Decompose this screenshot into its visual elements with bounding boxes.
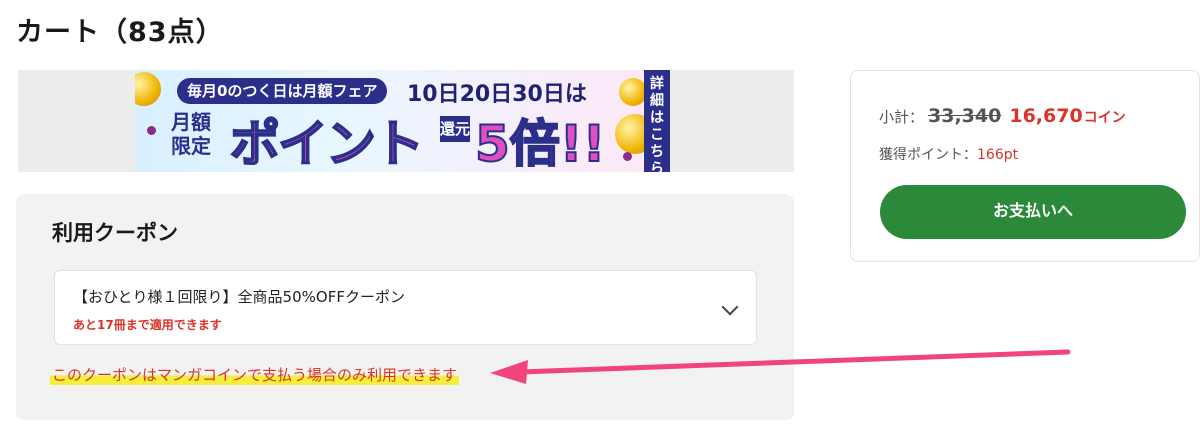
banner-times-text: 5倍!! <box>474 114 606 172</box>
coupon-heading: 利用クーポン <box>52 221 178 245</box>
decorative-dot <box>623 152 632 161</box>
points-label: 獲得ポイント： <box>879 147 977 163</box>
price-unit: コイン <box>1083 110 1126 126</box>
coupon-remaining-text: あと17冊まで適用できます <box>73 318 222 332</box>
banner-monthly-label: 月額限定 <box>171 110 211 158</box>
banner-point-text: ポイント <box>229 114 425 172</box>
banner-kangen-label: 還元 <box>440 116 470 142</box>
subtotal-row: 小計： 33,340 16,670 コイン <box>879 105 1126 127</box>
banner-detail-link[interactable]: 詳細はこちら <box>644 70 670 172</box>
coin-icon <box>135 72 161 106</box>
coupon-select[interactable]: 【おひとり様１回限り】全商品50%OFFクーポン あと17冊まで適用できます <box>54 270 757 345</box>
order-summary-card: 小計： 33,340 16,670 コイン 獲得ポイント：166pt お支払いへ <box>850 70 1200 262</box>
discount-price: 16,670 <box>1009 105 1083 127</box>
annotation-arrow-icon <box>490 349 1070 384</box>
points-row: 獲得ポイント：166pt <box>879 144 1018 164</box>
original-price: 33,340 <box>928 105 1002 127</box>
subtotal-label: 小計： <box>879 108 925 126</box>
promo-banner[interactable]: 毎月0のつく日は月額フェア 10日20日30日は 月額限定 ポイント 還元 5倍… <box>135 70 670 172</box>
page-title: カート（83点） <box>16 17 224 48</box>
chevron-down-icon[interactable] <box>721 298 739 316</box>
pay-button[interactable]: お支払いへ <box>880 185 1186 239</box>
coin-icon <box>619 78 647 106</box>
coupon-note: このクーポンはマンガコインで支払う場合のみ利用できます <box>50 364 460 385</box>
points-value: 166pt <box>977 147 1019 163</box>
coupon-selected-value: 【おひとり様１回限り】全商品50%OFFクーポン <box>73 288 405 306</box>
banner-fair-label: 毎月0のつく日は月額フェア <box>177 78 388 104</box>
decorative-dot <box>147 126 156 135</box>
